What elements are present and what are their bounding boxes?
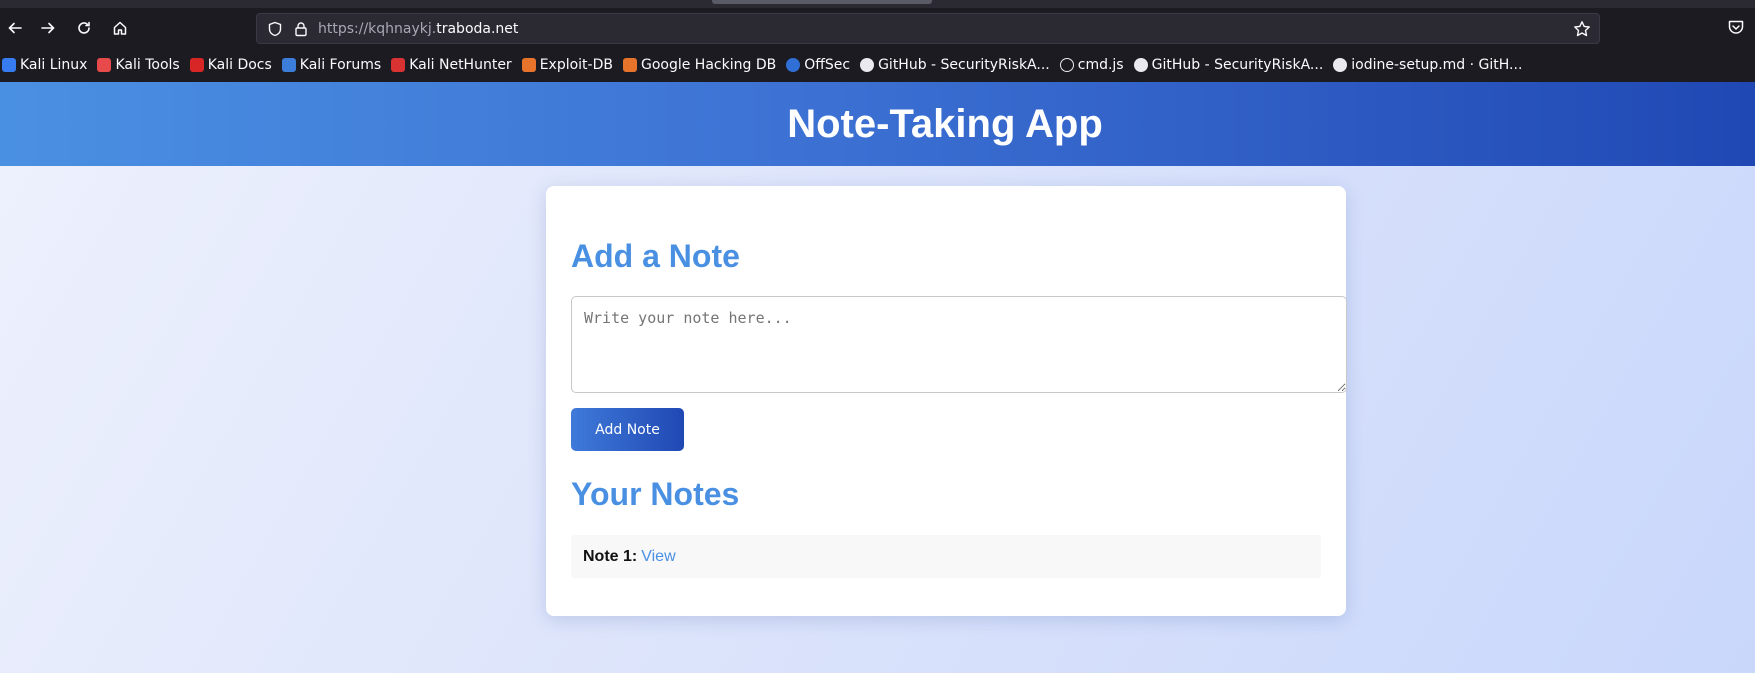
view-note-link[interactable]: View <box>641 548 675 566</box>
note-label: Note 1: <box>583 547 638 565</box>
bookmark-github-2[interactable]: GitHub - SecurityRiskA... <box>1133 57 1323 73</box>
kali-dragon-icon <box>2 58 16 72</box>
arrow-right-icon <box>41 22 55 34</box>
page-title: Note-Taking App <box>787 101 1103 146</box>
bookmark-kali-linux[interactable]: Kali Linux <box>2 57 87 73</box>
kali-docs-icon <box>189 58 204 72</box>
your-notes-heading: Your Notes <box>571 476 740 512</box>
back-button[interactable] <box>0 14 30 42</box>
note-textarea[interactable] <box>571 296 1347 393</box>
bookmark-kali-forums[interactable]: Kali Forums <box>281 57 381 73</box>
bookmark-exploit-db[interactable]: Exploit-DB <box>521 57 613 73</box>
add-note-button[interactable]: Add Note <box>571 408 684 451</box>
bookmarks-toolbar: Kali Linux Kali Tools Kali Docs Kali For… <box>0 52 1755 78</box>
reload-button[interactable] <box>69 14 99 42</box>
bookmark-google-hacking-db[interactable]: Google Hacking DB <box>622 57 776 73</box>
address-bar[interactable]: https://kqhnaykj.traboda.net <box>256 13 1600 44</box>
github-icon <box>860 58 875 72</box>
bookmark-iodine-setup[interactable]: iodine-setup.md · GitH... <box>1333 57 1522 73</box>
active-tab-indicator[interactable] <box>712 0 932 4</box>
globe-icon <box>1059 58 1074 72</box>
home-icon <box>113 21 127 35</box>
kali-forums-icon <box>281 58 296 72</box>
bookmark-kali-tools[interactable]: Kali Tools <box>97 57 180 73</box>
bookmark-github-1[interactable]: GitHub - SecurityRiskA... <box>860 57 1050 73</box>
notes-card: Add a Note Add Note Your Notes Note 1: V… <box>546 186 1347 616</box>
app-header: Note-Taking App <box>0 82 1755 166</box>
url-text[interactable]: https://kqhnaykj.traboda.net <box>318 21 518 37</box>
ghdb-icon <box>622 58 637 72</box>
page-content: Note-Taking App Add a Note Add Note Your… <box>0 82 1755 673</box>
github-icon <box>1333 58 1348 72</box>
star-icon[interactable] <box>1573 20 1591 38</box>
arrow-left-icon <box>8 22 22 34</box>
offsec-icon <box>786 58 801 72</box>
home-button[interactable] <box>105 14 135 42</box>
bookmark-offsec[interactable]: OffSec <box>786 57 850 73</box>
bookmark-cmd-js[interactable]: cmd.js <box>1059 57 1124 73</box>
nethunter-icon <box>391 58 406 72</box>
bookmark-kali-nethunter[interactable]: Kali NetHunter <box>391 57 512 73</box>
bookmark-kali-docs[interactable]: Kali Docs <box>189 57 272 73</box>
forward-button[interactable] <box>33 14 63 42</box>
browser-chrome: https://kqhnaykj.traboda.net Kali Linux … <box>0 0 1755 82</box>
pocket-icon[interactable] <box>1727 18 1745 36</box>
reload-icon <box>78 21 90 34</box>
github-icon <box>1133 58 1148 72</box>
add-note-heading: Add a Note <box>571 238 740 274</box>
shield-icon[interactable] <box>267 21 283 37</box>
note-item: Note 1: View <box>571 535 1321 578</box>
lock-icon[interactable] <box>293 21 309 37</box>
exploit-db-icon <box>521 58 536 72</box>
kali-tools-icon <box>97 58 112 72</box>
